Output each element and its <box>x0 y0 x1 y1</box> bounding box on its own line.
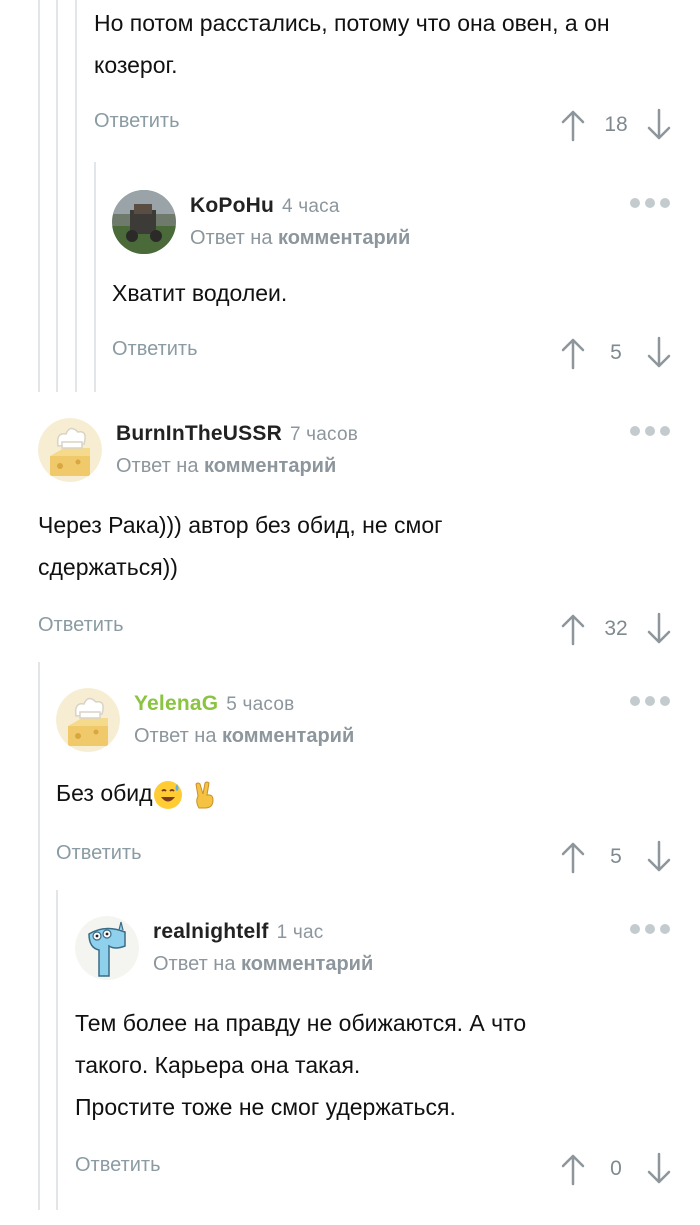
reply-to-link[interactable]: комментарий <box>204 455 336 477</box>
comment-time: 7 часов <box>289 424 359 445</box>
more-menu-icon[interactable] <box>630 198 670 208</box>
vote-controls: 5 <box>560 330 672 376</box>
comment-tail: Но потом расстались, потому что она овен… <box>94 0 700 152</box>
comment: BurnInTheUSSR 7 часов Ответ на комментари… <box>38 418 700 656</box>
comment: YelenaG 5 часов Ответ на комментарий Без … <box>56 688 700 884</box>
comment-header: YelenaG 5 часов Ответ на комментарий <box>56 688 700 752</box>
comment-header: BurnInTheUSSR 7 часов Ответ на комментари… <box>38 418 700 482</box>
vote-controls: 5 <box>560 834 672 880</box>
vote-count: 5 <box>610 341 622 364</box>
upvote-icon[interactable] <box>560 1152 586 1186</box>
thread-line <box>38 662 40 1210</box>
reply-to: Ответ на комментарий <box>116 455 337 477</box>
reply-to: Ответ на комментарий <box>134 725 355 747</box>
vote-count: 18 <box>604 113 628 136</box>
upvote-icon[interactable] <box>560 840 586 874</box>
vote-count: 5 <box>610 845 622 868</box>
reply-to-link[interactable]: комментарий <box>222 725 354 747</box>
comment-text: Тем более на правду не обижаются. А что … <box>75 1010 527 1120</box>
thread-line <box>56 890 58 1210</box>
upvote-icon[interactable] <box>560 108 586 142</box>
comment-actions: Ответить 5 <box>56 834 700 884</box>
username[interactable]: YelenaG 5 часов <box>134 692 294 716</box>
reply-to-link[interactable]: комментарий <box>241 953 373 975</box>
upvote-icon[interactable] <box>560 612 586 646</box>
comment: realnightelf 1 час Ответ на комментарий Т… <box>75 916 700 1196</box>
reply-button[interactable]: Ответить <box>112 338 198 361</box>
comment-actions: Ответить 18 <box>94 102 700 152</box>
downvote-icon[interactable] <box>646 108 672 142</box>
downvote-icon[interactable] <box>646 840 672 874</box>
sweat-smile-emoji-icon <box>153 780 182 809</box>
comment-actions: Ответить 0 <box>75 1146 700 1196</box>
downvote-icon[interactable] <box>646 336 672 370</box>
comment-text: Через Рака))) автор без обид, не смог сд… <box>38 512 443 580</box>
thread-line <box>38 0 40 392</box>
victory-hand-emoji-icon <box>195 781 214 809</box>
comment-header: KoPoHu 4 часа Ответ на комментарий <box>112 190 700 254</box>
thread-line <box>94 162 96 392</box>
comment-time: 4 часа <box>282 196 340 217</box>
comment-header: realnightelf 1 час Ответ на комментарий <box>75 916 700 980</box>
thread-line <box>56 0 58 392</box>
vote-controls: 32 <box>560 606 672 652</box>
reply-button[interactable]: Ответить <box>94 110 180 133</box>
comment-text: Без обид <box>56 772 700 814</box>
username[interactable]: BurnInTheUSSR 7 часов <box>116 422 358 446</box>
vote-controls: 0 <box>560 1146 672 1192</box>
reply-to: Ответ на комментарий <box>153 953 374 975</box>
reply-button[interactable]: Ответить <box>75 1154 161 1177</box>
blue-creature-avatar-icon[interactable] <box>75 916 139 980</box>
username[interactable]: realnightelf 1 час <box>153 920 323 944</box>
more-menu-icon[interactable] <box>630 696 670 706</box>
cheese-chef-avatar-icon[interactable] <box>38 418 102 482</box>
vote-count: 32 <box>604 617 628 640</box>
reply-button[interactable]: Ответить <box>56 842 142 865</box>
reply-to-link[interactable]: комментарий <box>278 227 410 249</box>
comment-time: 1 час <box>276 922 324 943</box>
vote-controls: 18 <box>560 102 672 148</box>
more-menu-icon[interactable] <box>630 924 670 934</box>
more-menu-icon[interactable] <box>630 426 670 436</box>
cheese-chef-avatar-icon[interactable] <box>56 688 120 752</box>
comment-time: 5 часов <box>226 694 295 715</box>
reply-to: Ответ на комментарий <box>190 227 411 249</box>
downvote-icon[interactable] <box>646 612 672 646</box>
comment-text: Но потом расстались, потому что она овен… <box>94 10 610 78</box>
photo-avatar-icon[interactable] <box>112 190 176 254</box>
thread-line <box>75 0 77 392</box>
vote-count: 0 <box>610 1157 622 1180</box>
upvote-icon[interactable] <box>560 336 586 370</box>
comment-text: Хватит водолеи. <box>112 280 288 306</box>
comment-actions: Ответить 32 <box>38 606 700 656</box>
comment: KoPoHu 4 часа Ответ на комментарий Хватит… <box>112 190 700 380</box>
comment-actions: Ответить 5 <box>112 330 700 380</box>
username[interactable]: KoPoHu 4 часа <box>190 194 340 218</box>
downvote-icon[interactable] <box>646 1152 672 1186</box>
reply-button[interactable]: Ответить <box>38 614 124 637</box>
